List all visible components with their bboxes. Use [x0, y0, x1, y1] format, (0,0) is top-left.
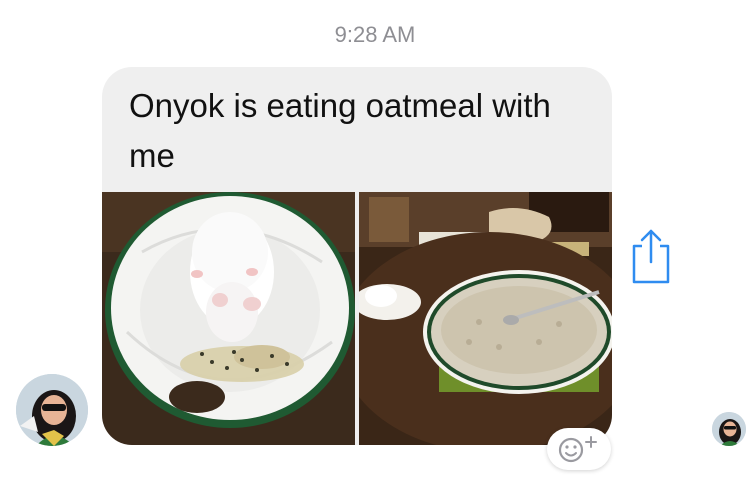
person-avatar-small-image	[712, 412, 746, 446]
person-avatar-image	[16, 374, 88, 446]
share-button[interactable]	[628, 226, 674, 286]
message-text: Onyok is eating oatmeal with me	[129, 87, 551, 174]
add-reaction-icon	[558, 436, 597, 463]
read-receipt-avatar	[712, 412, 746, 446]
sender-avatar[interactable]	[16, 374, 88, 446]
add-reaction-button[interactable]	[547, 428, 611, 470]
share-icon	[632, 229, 670, 284]
message-timestamp: 9:28 AM	[334, 22, 416, 47]
oatmeal-table-image	[359, 192, 612, 445]
message-bubble[interactable]: Onyok is eating oatmeal with me	[102, 67, 612, 445]
rat-plate-image	[102, 192, 355, 445]
photo-oatmeal-table[interactable]	[359, 192, 612, 445]
photo-rat-on-plate[interactable]	[102, 192, 355, 445]
